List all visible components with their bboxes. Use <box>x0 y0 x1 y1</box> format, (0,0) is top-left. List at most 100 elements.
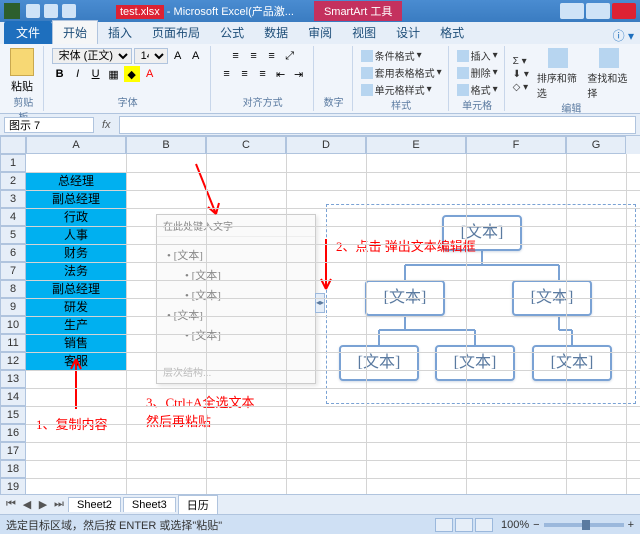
bullet-l1[interactable]: • [文本] <box>167 247 305 263</box>
find-select-button[interactable]: 查找和选择 <box>587 48 630 100</box>
name-box[interactable] <box>4 117 94 133</box>
align-top-icon[interactable]: ≡ <box>228 48 244 64</box>
paste-button[interactable]: 粘贴 <box>10 48 34 94</box>
data-cell[interactable]: 总经理 <box>26 172 126 190</box>
smartart-text-pane[interactable]: 在此处键入文字 • [文本] • [文本] • [文本] • [文本] • [文… <box>156 214 316 384</box>
sheet-nav-first[interactable]: ⏮ <box>4 498 18 511</box>
row-header[interactable]: 6 <box>0 244 26 262</box>
bullet-l1[interactable]: • [文本] <box>167 307 305 323</box>
format-cells-button[interactable]: 格式 ▾ <box>457 82 498 97</box>
row-header[interactable]: 4 <box>0 208 26 226</box>
align-center-icon[interactable]: ≡ <box>237 66 253 82</box>
border-button[interactable]: ▦ <box>106 66 122 82</box>
tab-format[interactable]: 格式 <box>430 21 474 44</box>
tab-formulas[interactable]: 公式 <box>210 21 254 44</box>
data-cell[interactable]: 财务 <box>26 244 126 262</box>
data-cell[interactable]: 法务 <box>26 262 126 280</box>
view-normal-icon[interactable] <box>435 518 453 532</box>
sheet-nav-last[interactable]: ⏭ <box>52 498 66 511</box>
align-mid-icon[interactable]: ≡ <box>246 48 262 64</box>
format-as-table-button[interactable]: 套用表格格式 ▾ <box>361 65 442 80</box>
data-cell[interactable]: 行政 <box>26 208 126 226</box>
qat-save-icon[interactable] <box>26 4 40 18</box>
data-cell[interactable]: 副总经理 <box>26 280 126 298</box>
bold-button[interactable]: B <box>52 66 68 82</box>
text-pane-bullets[interactable]: • [文本] • [文本] • [文本] • [文本] • [文本] <box>157 237 315 353</box>
fill-icon[interactable]: ⬇ ▾ <box>513 69 529 80</box>
row-header[interactable]: 19 <box>0 478 26 494</box>
insert-cells-button[interactable]: 插入 ▾ <box>457 48 498 63</box>
font-size-select[interactable]: 14 <box>134 48 168 64</box>
indent-dec-icon[interactable]: ⇤ <box>273 66 289 82</box>
clear-icon[interactable]: ◇ ▾ <box>513 82 529 93</box>
conditional-format-button[interactable]: 条件格式 ▾ <box>361 48 442 63</box>
bullet-l2[interactable]: • [文本] <box>185 327 305 343</box>
row-header[interactable]: 17 <box>0 442 26 460</box>
italic-button[interactable]: I <box>70 66 86 82</box>
view-break-icon[interactable] <box>475 518 493 532</box>
minimize-button[interactable] <box>560 3 584 19</box>
worksheet[interactable]: ABCDEFG 1234567891011121314151617181920 … <box>0 136 640 494</box>
row-header[interactable]: 9 <box>0 298 26 316</box>
tab-review[interactable]: 审阅 <box>298 21 342 44</box>
tab-file[interactable]: 文件 <box>4 21 52 44</box>
formula-bar[interactable] <box>119 116 636 134</box>
row-header[interactable]: 5 <box>0 226 26 244</box>
row-header[interactable]: 12 <box>0 352 26 370</box>
smartart-node[interactable]: [文本] <box>532 345 612 381</box>
cell-styles-button[interactable]: 单元格样式 ▾ <box>361 82 442 97</box>
maximize-button[interactable] <box>586 3 610 19</box>
align-left-icon[interactable]: ≡ <box>219 66 235 82</box>
zoom-level[interactable]: 100% <box>501 519 529 531</box>
row-header[interactable]: 1 <box>0 154 26 172</box>
tab-insert[interactable]: 插入 <box>98 21 142 44</box>
col-header[interactable]: F <box>466 136 566 154</box>
col-header[interactable]: E <box>366 136 466 154</box>
align-bot-icon[interactable]: ≡ <box>264 48 280 64</box>
cell-grid[interactable]: 总经理副总经理行政人事财务法务副总经理研发生产销售客服 在此处键入文字 • [文… <box>26 154 640 494</box>
col-header[interactable]: B <box>126 136 206 154</box>
tab-layout[interactable]: 页面布局 <box>142 21 210 44</box>
tab-view[interactable]: 视图 <box>342 21 386 44</box>
zoom-slider[interactable] <box>544 523 624 527</box>
data-cell[interactable]: 人事 <box>26 226 126 244</box>
smartart-node[interactable]: [文本] <box>339 345 419 381</box>
sheet-tab[interactable]: Sheet3 <box>123 497 176 512</box>
zoom-in-button[interactable]: + <box>628 519 634 531</box>
help-icon[interactable]: ⓘ ▾ <box>613 27 634 44</box>
close-button[interactable] <box>612 3 636 19</box>
row-header[interactable]: 16 <box>0 424 26 442</box>
orientation-icon[interactable]: ⤢ <box>282 48 298 64</box>
zoom-out-button[interactable]: − <box>533 519 539 531</box>
sheet-nav-prev[interactable]: ◀ <box>20 498 34 511</box>
delete-cells-button[interactable]: 删除 ▾ <box>457 65 498 80</box>
indent-inc-icon[interactable]: ⇥ <box>291 66 307 82</box>
data-cell[interactable]: 副总经理 <box>26 190 126 208</box>
row-header[interactable]: 3 <box>0 190 26 208</box>
view-layout-icon[interactable] <box>455 518 473 532</box>
sheet-nav-next[interactable]: ▶ <box>36 498 50 511</box>
text-pane-toggle[interactable]: ◂▸ <box>315 293 325 313</box>
row-header[interactable]: 15 <box>0 406 26 424</box>
row-header[interactable]: 14 <box>0 388 26 406</box>
row-header[interactable]: 10 <box>0 316 26 334</box>
bullet-l2[interactable]: • [文本] <box>185 287 305 303</box>
data-cell[interactable]: 销售 <box>26 334 126 352</box>
data-cell[interactable]: 研发 <box>26 298 126 316</box>
col-header[interactable]: D <box>286 136 366 154</box>
qat-undo-icon[interactable] <box>44 4 58 18</box>
smartart-node[interactable]: [文本] <box>435 345 515 381</box>
qat-redo-icon[interactable] <box>62 4 76 18</box>
sheet-tab[interactable]: 日历 <box>178 495 218 514</box>
row-header[interactable]: 8 <box>0 280 26 298</box>
fx-icon[interactable]: fx <box>98 119 115 131</box>
col-header[interactable]: G <box>566 136 626 154</box>
tab-home[interactable]: 开始 <box>52 20 98 44</box>
tab-data[interactable]: 数据 <box>254 21 298 44</box>
fill-color-button[interactable]: ◆ <box>124 66 140 82</box>
shrink-font-icon[interactable]: A <box>188 48 204 64</box>
font-name-select[interactable]: 宋体 (正文) <box>52 48 132 64</box>
grow-font-icon[interactable]: A <box>170 48 186 64</box>
col-header[interactable]: A <box>26 136 126 154</box>
row-header[interactable]: 18 <box>0 460 26 478</box>
